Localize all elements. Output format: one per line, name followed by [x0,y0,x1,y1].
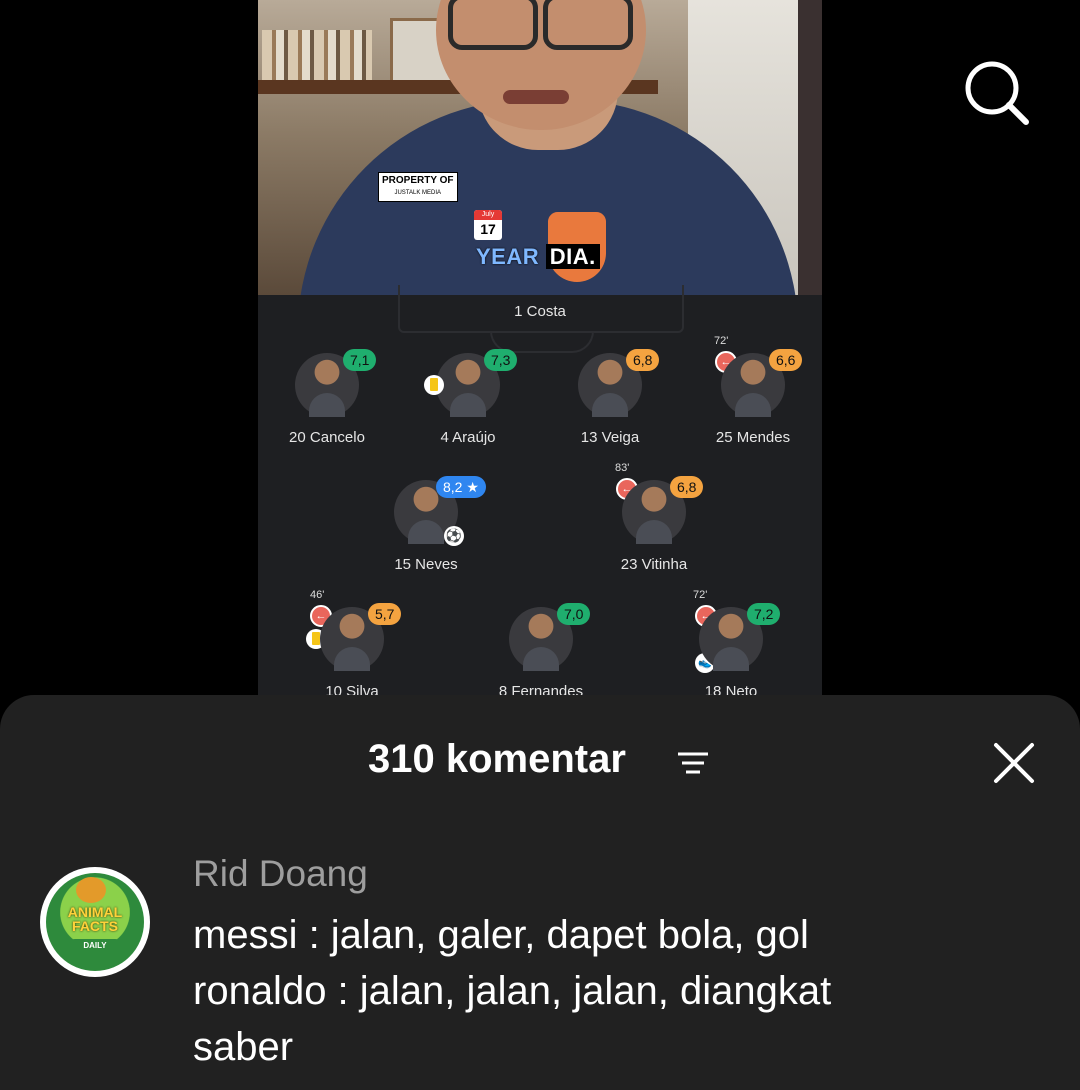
player-name: 4 Araújo [440,429,496,446]
player-card[interactable]: 72' ← 6,6 25 Mendes [683,335,822,463]
rating-badge: 7,0 [557,603,591,625]
player-card[interactable]: 7,3 4 Araújo [398,349,538,463]
rating-badge: 8,2 ★ [436,476,486,498]
comment-username[interactable]: Rid Doang [193,853,368,895]
sub-time: 72' [714,335,729,347]
lion-icon [76,877,106,903]
player-name: 13 Veiga [580,429,640,446]
player-name: 25 Mendes [715,429,791,446]
rating-badge: 6,8 [626,349,660,371]
player-name: 23 Vitinha [620,556,688,573]
comments-count-title: 310 komentar [368,737,626,781]
calendar-icon: July 17 [474,210,502,240]
rating-badge: 7,1 [343,349,377,371]
comment-text: messi : jalan, galer, dapet bola, gol ro… [193,913,832,1069]
player-name: 8 Fernandes [498,683,584,695]
player-card[interactable]: 7,1 20 Cancelo [258,349,397,463]
player-name: 18 Neto [704,683,758,695]
sub-time: 72' [693,589,708,601]
player-card[interactable]: 46' ← 5,7 10 Silva [282,589,422,695]
presenter-mouth [503,90,569,104]
avatar-logo-text: ANIMAL FACTS [67,904,123,934]
player-card[interactable]: 72' ← 👟 7,2 18 Neto [661,589,801,695]
sort-button[interactable] [676,749,710,777]
sub-time: 83' [615,462,630,474]
video-caption: YEAR DIA. [476,244,600,270]
player-name: 10 Silva [325,683,379,695]
glasses-left [448,0,538,50]
video-frame: PROPERTY OF JUSTALK MEDIA July 17 YEAR D… [258,0,822,295]
sort-icon [678,752,708,774]
player-card[interactable]: 7,0 8 Fernandes [471,603,611,695]
player-card[interactable]: 8,2 ★ ⚽ 15 Neves [356,476,496,590]
lineup-pitch: 1 Costa 7,1 20 Cancelo 7,3 4 Araújo 6,8 … [258,285,822,695]
rating-badge: 7,2 [747,603,781,625]
search-button[interactable] [962,58,1032,128]
yellow-card-icon [424,375,444,395]
player-card[interactable]: 83' ← 6,8 23 Vitinha [584,462,724,590]
rating-badge: 6,6 [769,349,803,371]
goalkeeper-name: 1 Costa [514,303,566,320]
rating-badge: 5,7 [368,603,402,625]
player-card[interactable]: 6,8 13 Veiga [540,349,680,463]
curtain [798,0,822,295]
rating-badge: 7,3 [484,349,518,371]
close-button[interactable] [990,739,1038,787]
sub-time: 46' [310,589,325,601]
avatar-logo-subtext: DAILY [68,939,122,953]
bookshelf-books [262,30,372,80]
video-player[interactable]: PROPERTY OF JUSTALK MEDIA July 17 YEAR D… [258,0,822,695]
player-name: 20 Cancelo [289,429,365,446]
glasses-right [543,0,633,50]
watermark: PROPERTY OF JUSTALK MEDIA [378,172,458,202]
rating-badge: 6,8 [670,476,704,498]
player-name: 15 Neves [394,556,458,573]
comments-sheet: 310 komentar ANIMAL FACTS DAILY Rid Doan… [0,695,1080,1090]
search-icon [965,61,1029,125]
avatar[interactable]: ANIMAL FACTS DAILY [40,867,150,977]
football-icon: ⚽ [444,526,464,546]
close-icon [994,743,1034,783]
